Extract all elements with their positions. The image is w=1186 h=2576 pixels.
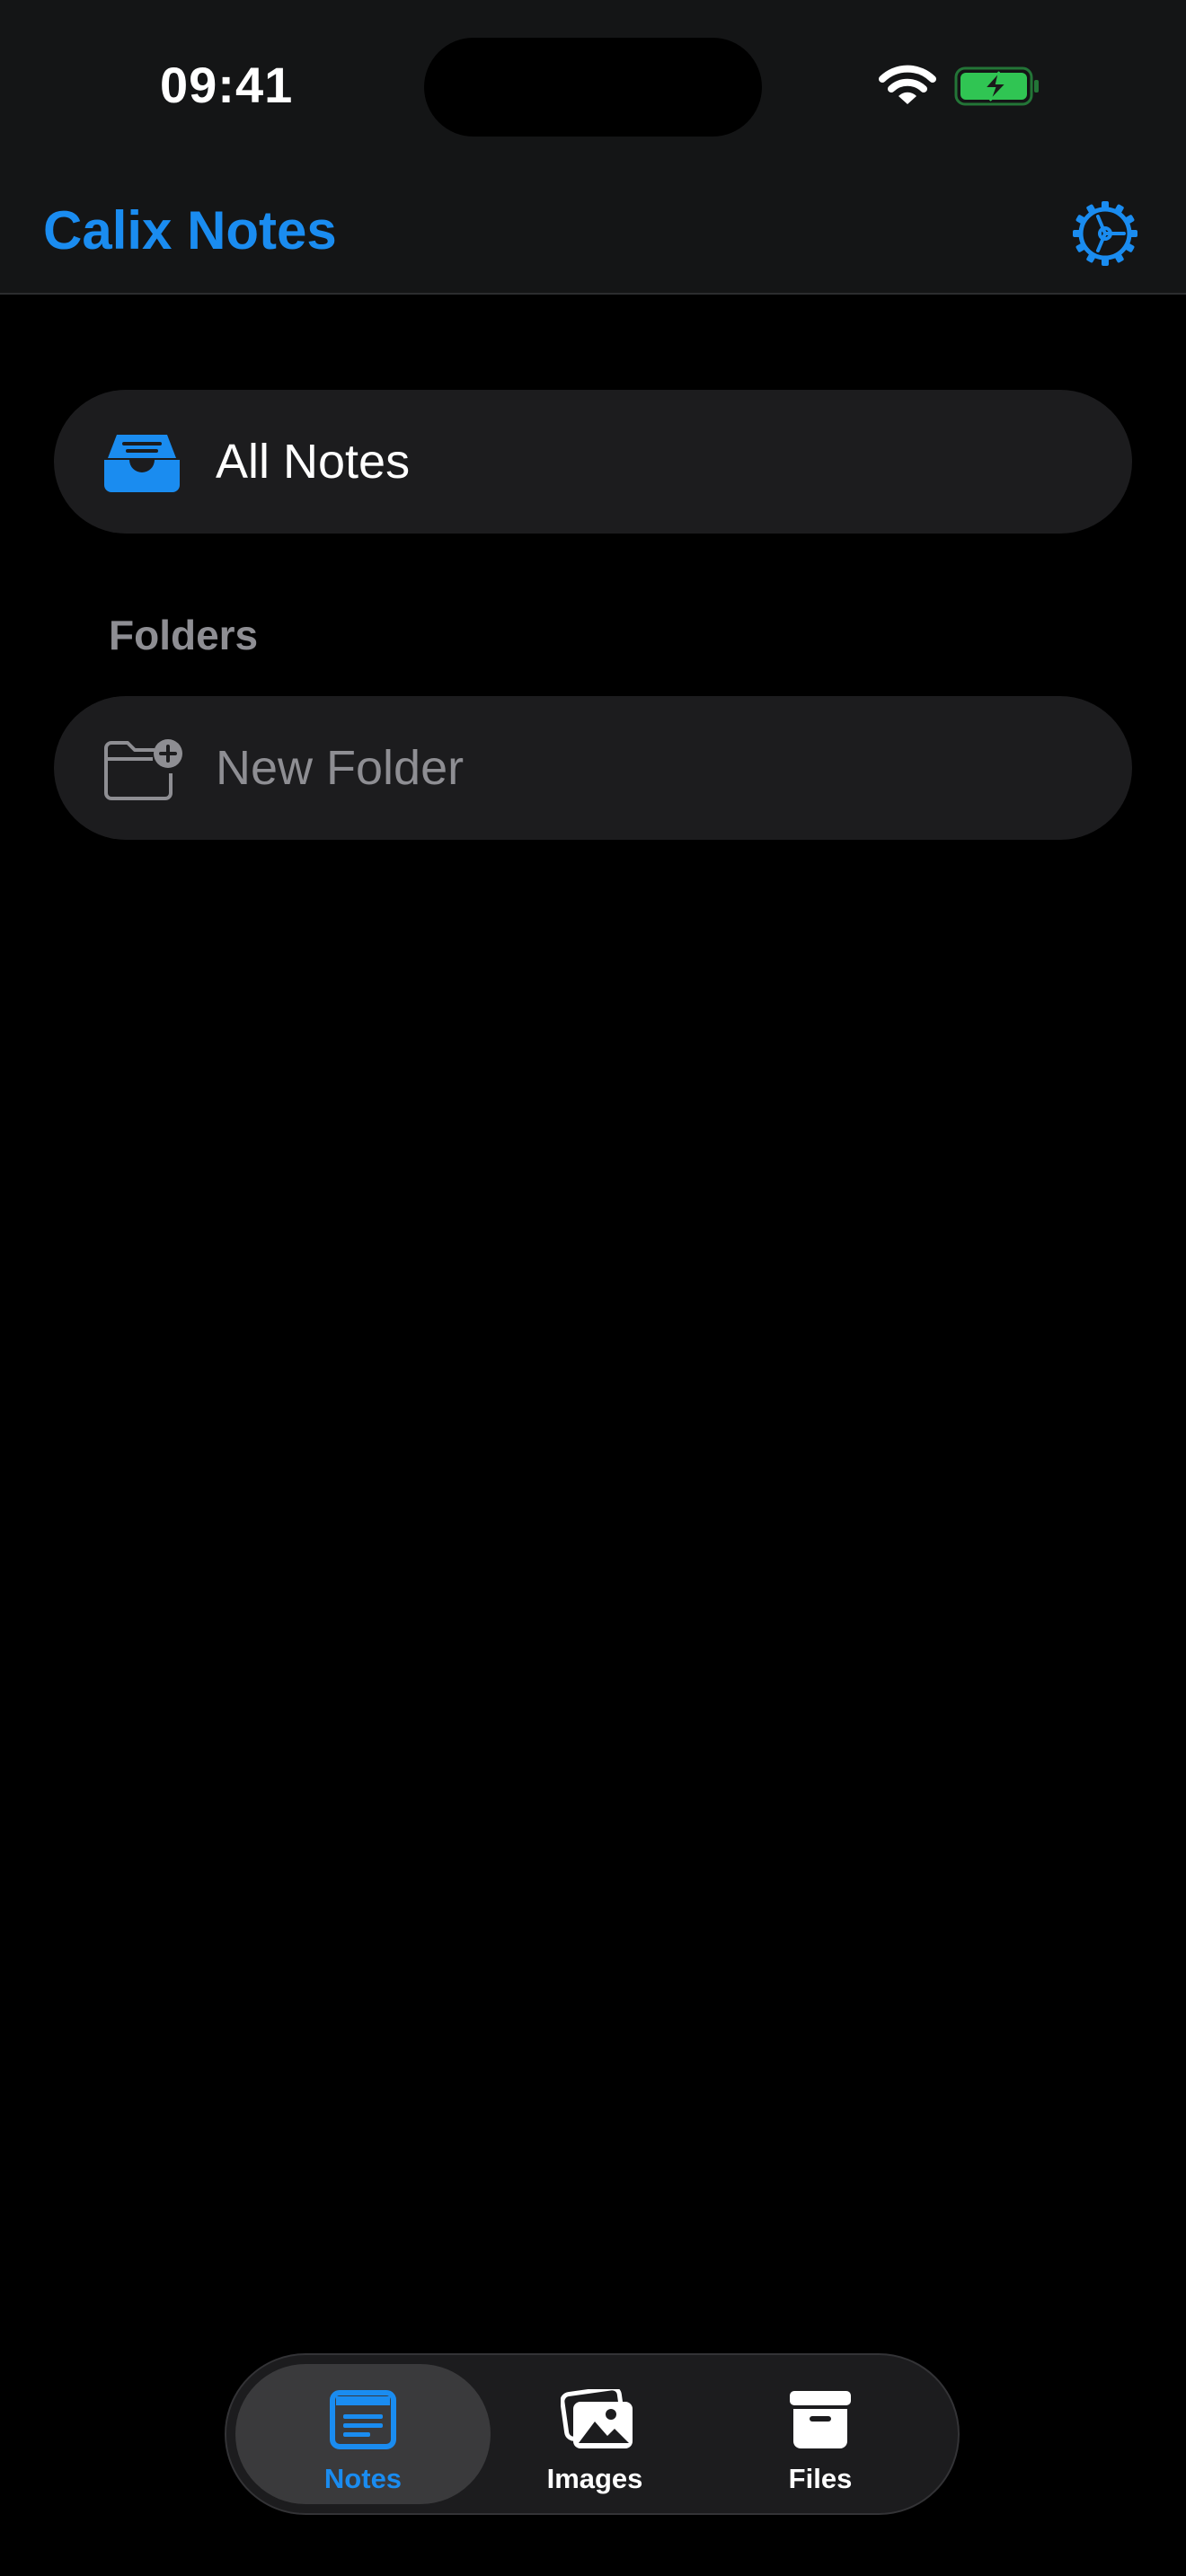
new-folder-label: New Folder [216,741,465,795]
battery-charging-icon [954,66,1039,106]
navigation-header: 09:41 Calix Notes [0,0,1186,295]
archive-box-icon [790,2391,851,2448]
tab-files[interactable]: Files [699,2364,942,2504]
wifi-icon [879,65,936,104]
folders-section-title: Folders [109,612,259,658]
tab-images-label: Images [546,2463,643,2494]
tab-notes-label: Notes [323,2463,403,2494]
app-title: Calix Notes [43,200,337,260]
new-folder-button[interactable]: New Folder [54,696,1132,840]
tray-icon [104,435,180,492]
note-text-icon [330,2390,396,2449]
status-bar-time: 09:41 [160,57,294,113]
tab-images[interactable]: Images [492,2364,697,2504]
gear-icon[interactable] [1071,199,1139,268]
photos-icon [561,2389,633,2448]
tab-bar: Notes Images Files [225,2353,960,2515]
all-notes-label: All Notes [216,435,411,489]
folder-badge-plus-icon [104,739,182,800]
tab-notes[interactable]: Notes [235,2364,491,2504]
tab-files-label: Files [788,2463,853,2494]
all-notes-row[interactable]: All Notes [54,390,1132,534]
dynamic-island [424,38,762,137]
